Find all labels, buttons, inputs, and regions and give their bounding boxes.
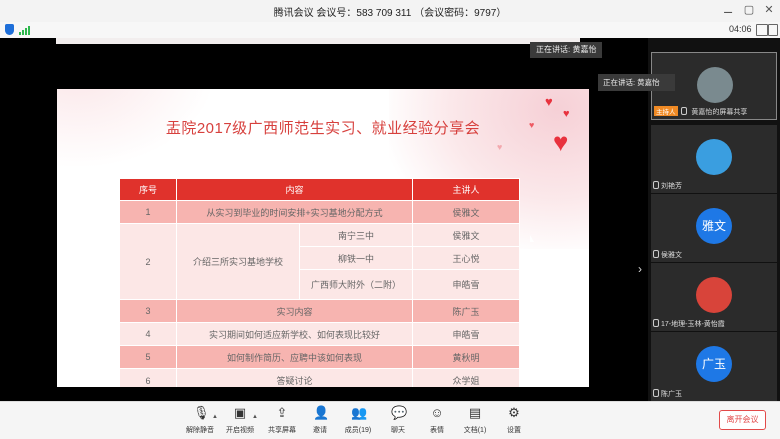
table-row: 3 实习内容 陈广玉 [119,299,520,323]
speaking-indicator: 正在讲话: 黄嘉怡 [530,42,603,58]
window-title: 腾讯会议 会议号：583 709 311 （会议密码：9797） [273,8,507,19]
presentation-slide: ♥ ♥ ♥ ♥ ♥ 盂院2017级广西师范生实习、就业经验分享会 序号 内容 主… [57,89,589,387]
chat-icon: 💬 [391,405,408,420]
participant-tile[interactable]: 广玉 陈广玉 [651,332,777,401]
school-name: 南宁三中 [299,223,413,247]
heart-decoration: ♥ [545,94,553,109]
expand-sidebar-arrow-icon[interactable]: › [638,262,642,276]
meeting-toolbar: 🎙 ▲ 解除静音 ▣ ▲ 开启视频 ⇪ 共享屏幕 👤 邀请 👥 成员(19) 💬… [0,401,780,439]
signal-strength-icon[interactable] [19,26,31,35]
meeting-timer: 04:06 [729,24,752,34]
row-number: 3 [119,299,177,323]
title-bar: 腾讯会议 会议号：583 709 311 （会议密码：9797） ⚊ ▢ ✕ [0,0,780,22]
row-number: 5 [119,345,177,369]
document-icon: ▤ [468,405,482,420]
status-bar: 04:06 [0,22,780,39]
row-speaker: 侯雅文 [412,200,520,224]
settings-button[interactable]: ⚙ 设置 [494,406,534,435]
share-screen-icon: ⇪ [276,405,288,420]
heart-decoration: ♥ [497,142,503,152]
row-speaker: 王心悦 [412,246,520,270]
emoji-button[interactable]: ☺ 表情 [417,406,457,435]
table-row: 1 从实习到毕业的时间安排+实习基地分配方式 侯雅文 [119,200,520,224]
row-number: 6 [119,368,177,387]
previous-slide-edge [56,38,580,44]
row-speaker: 黄秋明 [412,345,520,369]
avatar: 雅文 [696,208,732,244]
slide-title: 盂院2017级广西师范生实习、就业经验分享会 [165,120,481,137]
participant-tile[interactable]: 刘艳芳 [651,125,777,193]
participant-name: 陈广玉 [661,391,682,398]
avatar [696,277,732,313]
mic-icon [653,181,659,189]
school-name: 广西师大附外（二附） [299,269,413,300]
leave-meeting-button[interactable]: 离开会议 [719,410,766,430]
table-row: 6 答疑讨论 众学姐 [119,368,520,387]
avatar [697,67,733,103]
members-icon: 👥 [351,405,368,420]
participant-name: 刘艳芳 [661,183,682,190]
row-speaker: 陈广玉 [412,299,520,323]
speaking-popup: 正在讲话: 黄嘉怡 [598,74,675,91]
participant-tile[interactable]: 17-地理-玉林-黄怡霞 [651,263,777,331]
row-speaker: 众学姐 [412,368,520,387]
host-badge: 主持人 [654,106,678,116]
chevron-up-icon[interactable]: ▲ [252,414,258,420]
security-shield-icon[interactable] [5,24,14,35]
video-off-icon: ▣ [233,405,247,420]
mic-icon [653,319,659,327]
shared-screen-area: 正在讲话: 黄嘉怡 ♥ ♥ ♥ ♥ ♥ 盂院2017级广西师范生实习、就业经验分… [0,38,648,401]
row-content: 答疑讨论 [176,368,413,387]
members-button[interactable]: 👥 成员(19) [338,406,378,435]
table-row: 2 介绍三所实习基地学校 南宁三中 侯雅文 [119,223,520,300]
participant-tile[interactable]: 雅文 侯雅文 [651,194,777,262]
row-content: 介绍三所实习基地学校 [176,223,300,300]
table-row: 4 实习期间如何适应新学校、如何表现比较好 申皓雪 [119,322,520,346]
mic-off-icon: 🎙 [193,405,210,420]
invite-button[interactable]: 👤 邀请 [300,406,340,435]
invite-icon: 👤 [313,405,330,420]
header-number: 序号 [119,178,177,201]
participant-name: 17-地理-玉林-黄怡霞 [661,321,725,328]
school-name: 柳铁一中 [299,246,413,270]
start-video-button[interactable]: ▣ ▲ 开启视频 [220,406,260,435]
row-number: 2 [119,223,177,300]
mouse-cursor-icon [530,235,534,242]
row-speaker: 申皓雪 [412,269,520,300]
chat-button[interactable]: 💬 聊天 [378,406,418,435]
row-number: 1 [119,200,177,224]
row-content: 实习期间如何适应新学校、如何表现比较好 [176,322,413,346]
row-speaker: 申皓雪 [412,322,520,346]
row-content: 从实习到毕业的时间安排+实习基地分配方式 [176,200,413,224]
participant-name: 侯雅文 [661,252,682,259]
row-number: 4 [119,322,177,346]
row-content: 如何制作简历、应聘中该如何表现 [176,345,413,369]
fullscreen-icon[interactable] [768,24,778,36]
document-button[interactable]: ▤ 文档(1) [455,406,495,435]
maximize-button[interactable]: ▢ [741,3,757,16]
header-content: 内容 [176,178,413,201]
mic-icon [653,250,659,258]
settings-icon: ⚙ [508,405,520,420]
mic-icon [653,389,659,397]
participants-panel: 主持人 黄嘉怡的屏幕共享 刘艳芳 雅文 侯雅文 17-地理-玉林-黄怡霞 广玉 … [648,38,780,401]
avatar: 广玉 [696,346,732,382]
header-speaker: 主讲人 [412,178,520,201]
avatar [696,139,732,175]
screen-share-icon [681,107,688,115]
close-button[interactable]: ✕ [761,3,777,16]
chevron-up-icon[interactable]: ▲ [212,414,218,420]
minimize-button[interactable]: ⚊ [720,3,736,16]
schedule-table: 序号 内容 主讲人 1 从实习到毕业的时间安排+实习基地分配方式 侯雅文 2 介… [119,178,520,387]
row-content: 实习内容 [176,299,413,323]
unmute-button[interactable]: 🎙 ▲ 解除静音 [180,406,220,435]
table-row: 5 如何制作简历、应聘中该如何表现 黄秋明 [119,345,520,369]
share-screen-button[interactable]: ⇪ 共享屏幕 [262,406,302,435]
layout-icon[interactable] [756,24,768,36]
emoji-icon: ☺ [430,405,444,420]
row-speaker: 侯雅文 [412,223,520,247]
participant-name: 黄嘉怡的屏幕共享 [691,109,748,116]
